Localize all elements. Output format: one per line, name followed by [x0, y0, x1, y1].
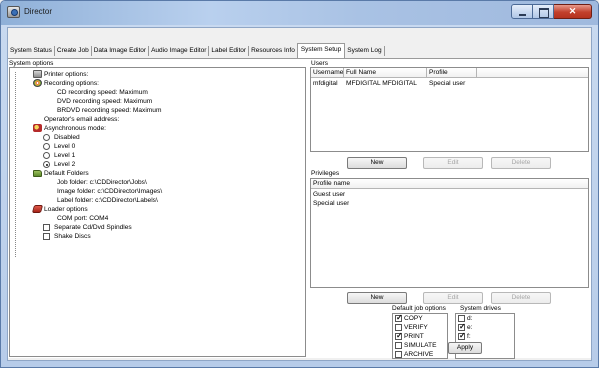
privileges-delete-button[interactable]: Delete: [491, 292, 551, 304]
checkbox-label: ARCHIVE: [404, 351, 434, 358]
close-button[interactable]: ✕: [554, 4, 592, 19]
system-setup-page: System options Printer options: Recordin…: [8, 58, 591, 359]
director-window: Director ✕ System Status Create Job Data…: [0, 0, 599, 368]
system-drives-label: System drives: [460, 305, 501, 312]
column-full-name[interactable]: Full Name: [344, 68, 427, 78]
users-delete-button[interactable]: Delete: [491, 157, 551, 169]
print-checkbox[interactable]: [395, 331, 403, 340]
radio-level-1[interactable]: [43, 152, 50, 159]
cell-profile: Special user: [429, 80, 466, 87]
tree-item-label: COM port: COM4: [57, 215, 109, 222]
tree-guide-line: [15, 72, 16, 257]
drive-f-checkbox[interactable]: [458, 331, 466, 340]
tab-label-editor[interactable]: Label Editor: [209, 45, 248, 58]
list-item[interactable]: Special user: [311, 199, 349, 208]
checkbox-label: Separate Cd/Dvd Spindles: [54, 224, 132, 231]
tab-separator: [383, 46, 385, 56]
shake-discs-checkbox[interactable]: [43, 233, 50, 240]
drive-d-checkbox[interactable]: [458, 315, 465, 322]
privileges-list-header: Profile name: [311, 179, 588, 189]
users-edit-button[interactable]: Edit: [423, 157, 483, 169]
tree-item-label: Job folder: c:\CDDirector\Jobs\: [57, 179, 147, 186]
users-label: Users: [311, 60, 328, 67]
checkbox-label: e:: [467, 324, 473, 331]
privilege-profile: Guest user: [313, 191, 346, 198]
radio-disabled[interactable]: [43, 134, 50, 141]
system-options-tree[interactable]: Printer options: Recording options: CD r…: [9, 67, 306, 357]
tree-item-label: Loader options: [44, 206, 88, 213]
radio-label: Disabled: [54, 134, 80, 141]
cell-username: mfdigital: [313, 80, 338, 87]
archive-checkbox[interactable]: [395, 351, 402, 358]
tree-item-label: Default Folders: [44, 170, 89, 177]
users-new-button[interactable]: New: [347, 157, 407, 169]
radio-label: Level 2: [54, 161, 76, 168]
checkbox-label: d:: [467, 315, 473, 322]
cell-full-name: MFDIGITAL MFDIGITAL: [346, 80, 417, 87]
client-area: System Status Create Job Data Image Edit…: [7, 27, 592, 361]
tab-system-log[interactable]: System Log: [345, 45, 383, 58]
column-profile[interactable]: Profile: [427, 68, 477, 78]
checkbox-label: Shake Discs: [54, 233, 91, 240]
tab-audio-image-editor[interactable]: Audio Image Editor: [149, 45, 208, 58]
checkbox-label: SIMULATE: [404, 342, 437, 349]
tab-create-job[interactable]: Create Job: [55, 45, 91, 58]
maximize-button[interactable]: [533, 4, 554, 19]
checkbox-label: PRINT: [404, 333, 424, 340]
async-mode-icon: [33, 124, 42, 132]
apply-button[interactable]: Apply: [448, 342, 482, 354]
privileges-edit-button[interactable]: Edit: [423, 292, 483, 304]
loader-icon: [31, 205, 44, 213]
tab-data-image-editor[interactable]: Data Image Editor: [92, 45, 148, 58]
radio-level-0[interactable]: [43, 143, 50, 150]
default-job-options-list[interactable]: COPY VERIFY PRINT SIMULATE ARCHIVE: [392, 313, 448, 359]
checkbox-label: COPY: [404, 315, 423, 322]
privilege-profile: Special user: [313, 200, 350, 207]
radio-level-2[interactable]: [43, 161, 50, 168]
default-job-options-label: Default job options: [392, 305, 446, 312]
tab-resources-info[interactable]: Resources Info: [249, 45, 297, 58]
simulate-checkbox[interactable]: [395, 342, 402, 349]
separate-spindles-checkbox[interactable]: [43, 224, 50, 231]
tree-item-label: Label folder: c:\CDDirector\Labels\: [57, 197, 158, 204]
copy-checkbox[interactable]: [395, 313, 403, 322]
tree-item-label: Printer options:: [44, 71, 89, 78]
tab-strip: System Status Create Job Data Image Edit…: [8, 43, 385, 58]
folder-icon: [33, 170, 42, 177]
column-username[interactable]: Username: [311, 68, 344, 78]
radio-label: Level 0: [54, 143, 76, 150]
tree-item-label: Asynchronous mode:: [44, 125, 106, 132]
title-bar[interactable]: Director ✕: [1, 1, 598, 25]
drive-e-checkbox[interactable]: [458, 322, 466, 331]
tab-system-status[interactable]: System Status: [8, 45, 54, 58]
users-list[interactable]: Username Full Name Profile mfdigital MFD…: [310, 67, 589, 152]
tab-system-setup[interactable]: System Setup: [296, 43, 346, 58]
checkbox-label: VERIFY: [404, 324, 428, 331]
app-icon: [7, 6, 20, 18]
tree-item-label: Image folder: c:\CDDirector\Images\: [57, 188, 163, 195]
privileges-list[interactable]: Profile name Guest user Special user: [310, 178, 589, 288]
printer-icon: [33, 70, 42, 78]
table-row[interactable]: mfdigital MFDIGITAL MFDIGITAL Special us…: [311, 79, 487, 88]
minimize-button[interactable]: [511, 4, 533, 19]
verify-checkbox[interactable]: [395, 324, 402, 331]
users-list-header: Username Full Name Profile: [311, 68, 588, 78]
privileges-new-button[interactable]: New: [347, 292, 407, 304]
radio-label: Level 1: [54, 152, 76, 159]
window-title: Director: [24, 7, 53, 16]
system-options-label: System options: [9, 60, 54, 67]
column-profile-name[interactable]: Profile name: [311, 179, 588, 189]
tree-item-label: BRDVD recording speed: Maximum: [57, 107, 162, 114]
disc-icon: [33, 79, 42, 87]
checkbox-label: f:: [467, 333, 471, 340]
close-icon: ✕: [568, 6, 577, 16]
list-item[interactable]: Guest user: [311, 190, 345, 199]
tree-item-label: CD recording speed: Maximum: [57, 89, 148, 96]
privileges-label: Privileges: [311, 170, 340, 177]
tree-item-label: Operator's email address:: [44, 116, 120, 123]
tree-item-label: Recording options:: [44, 80, 99, 87]
tree-item-label: DVD recording speed: Maximum: [57, 98, 153, 105]
